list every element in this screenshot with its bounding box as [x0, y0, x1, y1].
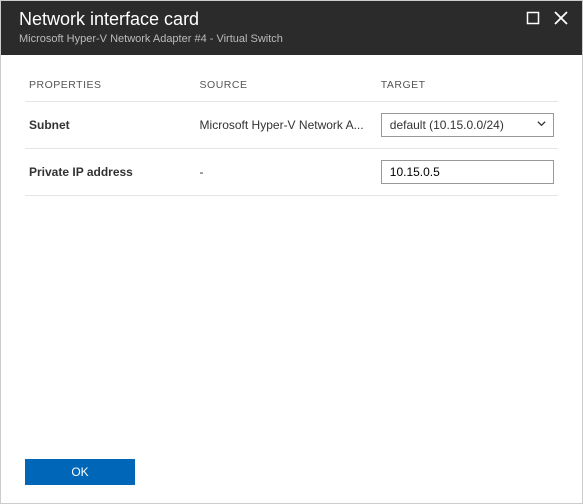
col-header-properties: PROPERTIES — [25, 73, 196, 102]
dialog-body: PROPERTIES SOURCE TARGET Subnet Microsof… — [1, 55, 582, 445]
col-header-source: SOURCE — [196, 73, 377, 102]
table-row: Private IP address - — [25, 148, 558, 195]
source-text: Microsoft Hyper-V Network A... — [200, 118, 373, 132]
target-cell-subnet: default (10.15.0.0/24) — [377, 101, 558, 148]
chevron-down-icon — [536, 118, 547, 132]
source-value-private-ip: - — [196, 148, 377, 195]
subnet-select[interactable]: default (10.15.0.0/24) — [381, 113, 554, 137]
properties-table: PROPERTIES SOURCE TARGET Subnet Microsof… — [25, 73, 558, 196]
property-label-subnet: Subnet — [25, 101, 196, 148]
dialog-header: Network interface card Microsoft Hyper-V… — [1, 1, 582, 55]
dialog-title: Network interface card — [19, 9, 526, 31]
close-icon[interactable] — [554, 11, 568, 25]
col-header-target: TARGET — [377, 73, 558, 102]
property-label-private-ip: Private IP address — [25, 148, 196, 195]
dialog-footer: OK — [1, 445, 582, 503]
target-cell-private-ip — [377, 148, 558, 195]
dialog-subtitle: Microsoft Hyper-V Network Adapter #4 - V… — [19, 33, 526, 45]
private-ip-input[interactable] — [381, 160, 554, 184]
source-value-subnet: Microsoft Hyper-V Network A... — [196, 101, 377, 148]
ok-button[interactable]: OK — [25, 459, 135, 485]
restore-icon[interactable] — [526, 11, 540, 25]
table-row: Subnet Microsoft Hyper-V Network A... de… — [25, 101, 558, 148]
window-controls — [526, 9, 568, 25]
header-text: Network interface card Microsoft Hyper-V… — [19, 9, 526, 45]
subnet-select-value: default (10.15.0.0/24) — [390, 118, 504, 132]
